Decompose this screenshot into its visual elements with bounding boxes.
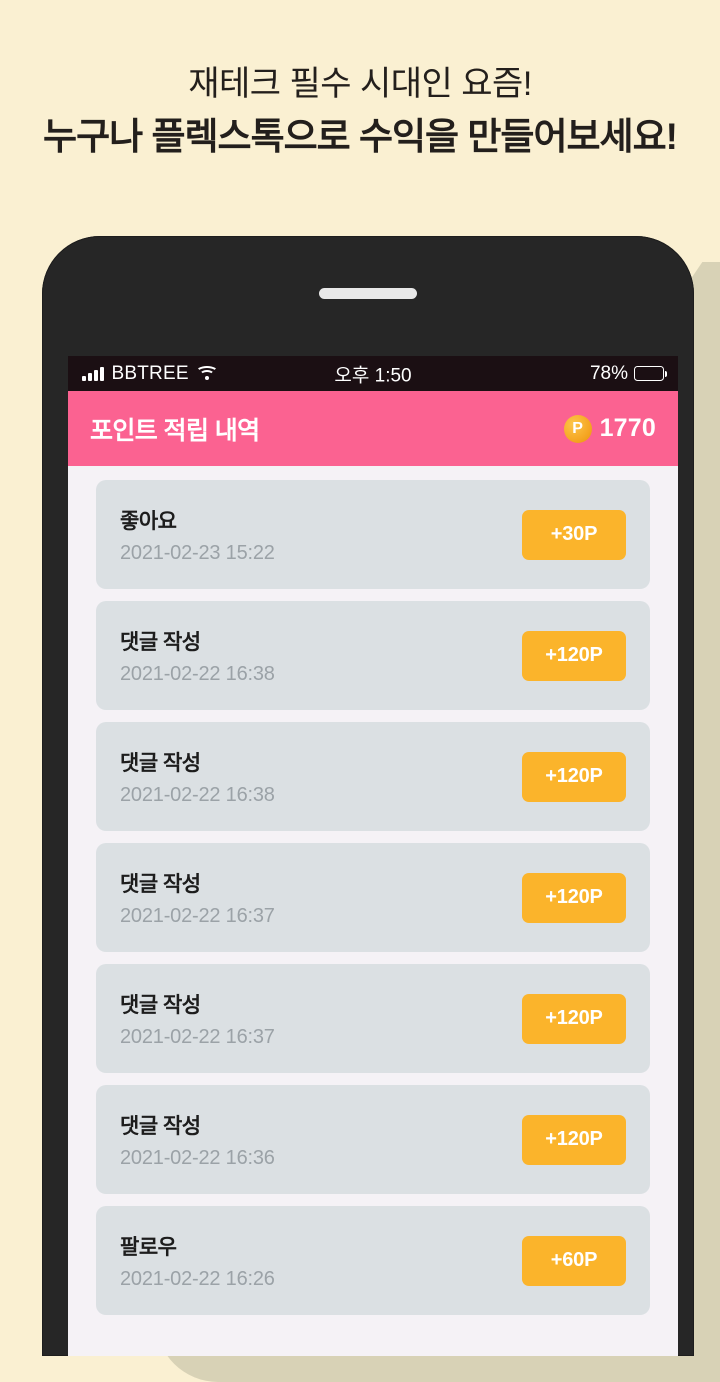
battery-icon [634,366,667,381]
status-bar: BBTREE 오후 1:50 78% [68,356,678,391]
phone-mockup: BBTREE 오후 1:50 78% 포인트 적립 내역 P 1770 좋아요 2… [42,236,694,1356]
list-item[interactable]: 댓글 작성 2021-02-22 16:37 +120P [96,843,650,952]
point-coin-icon: P [563,414,592,443]
list-item[interactable]: 팔로우 2021-02-22 16:26 +60P [96,1206,650,1315]
app-header: 포인트 적립 내역 P 1770 [68,391,678,466]
list-item-title: 팔로우 [120,1235,177,1259]
list-item-amount-badge: +120P [522,872,626,923]
battery-percent-label: 78% [589,362,628,384]
point-balance-value: 1770 [599,414,656,442]
list-item-amount-badge: +120P [522,1114,626,1165]
list-item[interactable]: 댓글 작성 2021-02-22 16:38 +120P [96,601,650,710]
wifi-icon [197,366,217,381]
list-item-date: 2021-02-23 15:22 [120,541,275,564]
list-item[interactable]: 좋아요 2021-02-23 15:22 +30P [96,480,650,589]
promo-headline-line-2: 누구나 플렉스톡으로 수익을 만들어보세요! [43,115,678,157]
list-item-title: 댓글 작성 [120,872,201,896]
list-item-date: 2021-02-22 16:36 [120,1146,275,1169]
list-item-amount-badge: +60P [522,1235,626,1286]
list-item-date: 2021-02-22 16:37 [120,904,275,927]
list-item[interactable]: 댓글 작성 2021-02-22 16:37 +120P [96,964,650,1073]
list-item-amount-badge: +120P [522,630,626,681]
status-bar-right: 78% [589,362,667,385]
phone-speaker-grille [319,288,417,299]
list-item-title: 댓글 작성 [120,630,201,654]
list-item-date: 2021-02-22 16:37 [120,1025,275,1048]
list-item-info: 댓글 작성 2021-02-22 16:38 [120,626,275,686]
page-title: 포인트 적립 내역 [90,416,260,445]
phone-screen: BBTREE 오후 1:50 78% 포인트 적립 내역 P 1770 좋아요 2… [68,356,678,1356]
list-item-amount-badge: +30P [522,509,626,560]
point-balance-badge[interactable]: P 1770 [563,414,656,443]
list-item-title: 댓글 작성 [120,751,201,775]
list-item-title: 댓글 작성 [120,993,201,1017]
signal-bars-icon [82,366,104,381]
list-item-date: 2021-02-22 16:26 [120,1267,275,1290]
list-item-info: 댓글 작성 2021-02-22 16:36 [120,1110,275,1170]
list-item[interactable]: 댓글 작성 2021-02-22 16:38 +120P [96,722,650,831]
list-item[interactable]: 댓글 작성 2021-02-22 16:36 +120P [96,1085,650,1194]
list-item-date: 2021-02-22 16:38 [120,662,275,685]
list-item-info: 댓글 작성 2021-02-22 16:37 [120,868,275,928]
list-item-title: 좋아요 [120,509,177,533]
list-item-amount-badge: +120P [522,751,626,802]
list-item-info: 댓글 작성 2021-02-22 16:38 [120,747,275,807]
status-bar-clock: 오후 1:50 [334,365,412,386]
list-item-info: 좋아요 2021-02-23 15:22 [120,505,275,565]
list-item-info: 팔로우 2021-02-22 16:26 [120,1231,275,1291]
promo-headline-line-1: 재테크 필수 시대인 요즘! [188,65,532,103]
point-history-list[interactable]: 좋아요 2021-02-23 15:22 +30P 댓글 작성 2021-02-22 1… [68,466,678,1356]
list-item-info: 댓글 작성 2021-02-22 16:37 [120,989,275,1049]
list-item-date: 2021-02-22 16:38 [120,783,275,806]
list-item-title: 댓글 작성 [120,1114,201,1138]
list-item-amount-badge: +120P [522,993,626,1044]
carrier-label: BBTREE [111,362,189,384]
status-bar-left: BBTREE [82,363,217,385]
promo-headline: 재테크 필수 시대인 요즘! 누구나 플렉스톡으로 수익을 만들어보세요! [0,62,720,162]
